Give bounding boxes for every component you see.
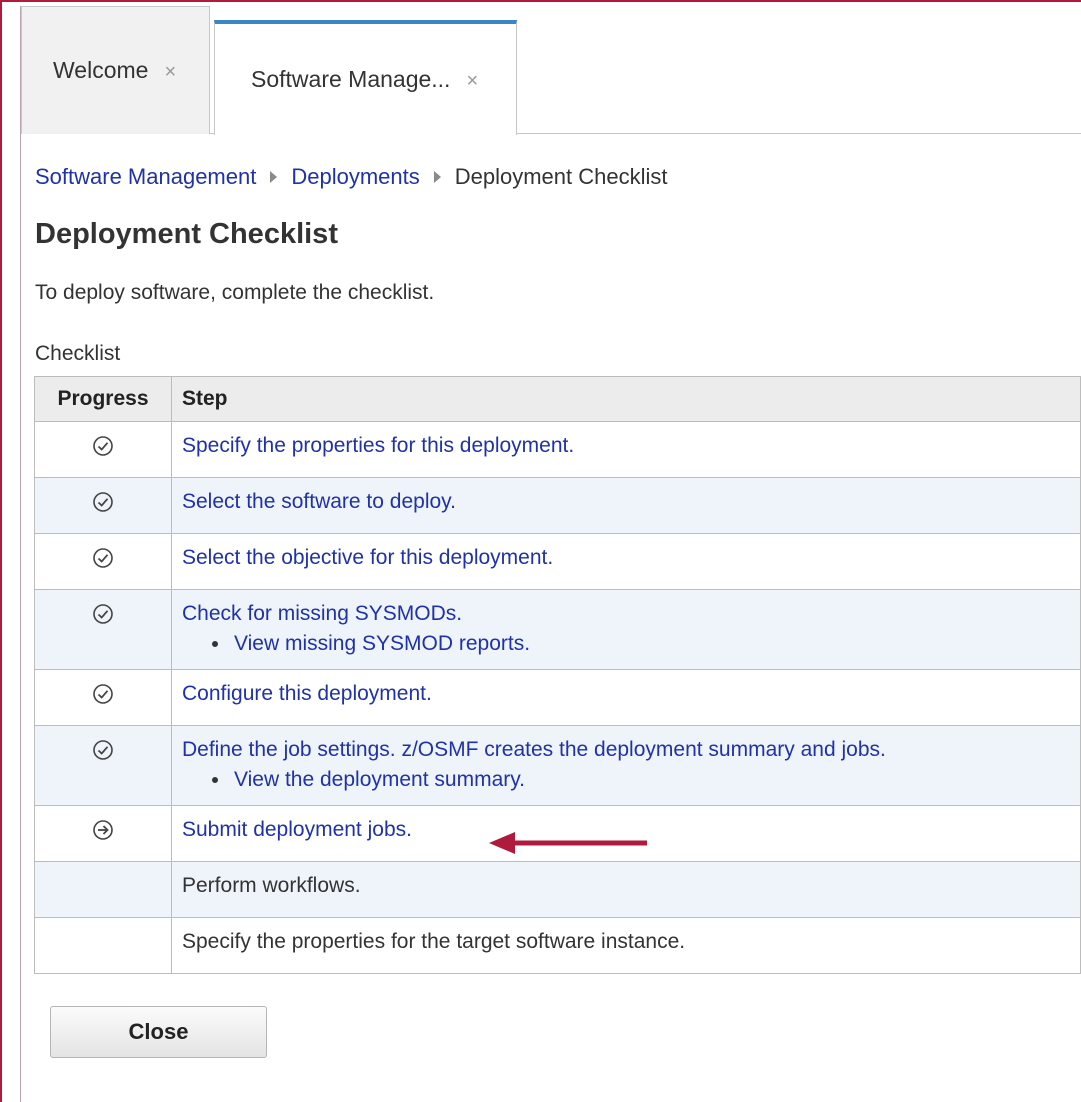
- step-text: Perform workflows.: [182, 874, 361, 897]
- tab-strip: Welcome × Software Manage... ×: [21, 6, 1081, 135]
- step-link[interactable]: Select the objective for this deployment…: [182, 546, 553, 569]
- frame-divider: [20, 6, 21, 1102]
- check-circle-icon: [92, 739, 114, 761]
- breadcrumb-separator-icon: [433, 171, 441, 183]
- step-cell: Specify the properties for the target so…: [171, 917, 1081, 974]
- tab-welcome-close-icon[interactable]: ×: [164, 61, 176, 84]
- tab-software-management[interactable]: Software Manage... ×: [214, 20, 517, 135]
- checklist-body: Specify the properties for this deployme…: [34, 421, 1081, 974]
- checklist-caption: Checklist: [35, 342, 121, 365]
- table-row: Perform workflows.: [34, 861, 1081, 918]
- step-link[interactable]: Select the software to deploy.: [182, 490, 456, 513]
- sub-list-item: View the deployment summary.: [182, 768, 1070, 792]
- progress-column-header[interactable]: Progress: [34, 376, 172, 422]
- step-link[interactable]: Define the job settings. z/OSMF creates …: [182, 738, 886, 761]
- tab-software-management-close-icon[interactable]: ×: [466, 70, 478, 93]
- sub-step-link[interactable]: View missing SYSMOD reports.: [234, 632, 530, 656]
- step-link[interactable]: Check for missing SYSMODs.: [182, 602, 462, 625]
- step-cell: Check for missing SYSMODs. View missing S…: [171, 589, 1081, 670]
- breadcrumb: Software Management Deployments Deployme…: [35, 164, 667, 190]
- page-intro: To deploy software, complete the checkli…: [35, 281, 435, 304]
- step-text: Specify the properties for the target so…: [182, 930, 686, 953]
- check-circle-icon: [92, 435, 114, 457]
- progress-cell: [34, 805, 172, 862]
- tab-software-management-label: Software Manage...: [251, 66, 451, 92]
- step-cell: Select the objective for this deployment…: [171, 533, 1081, 590]
- progress-cell: [34, 669, 172, 726]
- step-cell: Define the job settings. z/OSMF creates …: [171, 725, 1081, 806]
- breadcrumb-software-management[interactable]: Software Management: [35, 164, 256, 190]
- step-link[interactable]: Configure this deployment.: [182, 682, 432, 705]
- progress-cell: [34, 861, 172, 918]
- breadcrumb-current: Deployment Checklist: [454, 164, 668, 189]
- table-row: Select the objective for this deployment…: [34, 533, 1081, 590]
- table-row: Check for missing SYSMODs. View missing S…: [34, 589, 1081, 670]
- close-button[interactable]: Close: [50, 1006, 267, 1058]
- check-circle-icon: [92, 547, 114, 569]
- table-row: Select the software to deploy.: [34, 477, 1081, 534]
- page-title: Deployment Checklist: [35, 218, 338, 250]
- progress-cell: [34, 917, 172, 974]
- step-link[interactable]: Specify the properties for this deployme…: [182, 434, 574, 457]
- step-cell: Specify the properties for this deployme…: [171, 421, 1081, 478]
- arrow-circle-icon: [92, 819, 114, 841]
- progress-cell: [34, 477, 172, 534]
- tab-welcome[interactable]: Welcome ×: [21, 6, 210, 134]
- checklist-header-row: Progress Step: [34, 376, 1081, 422]
- breadcrumb-deployments[interactable]: Deployments: [291, 164, 419, 190]
- table-row: Define the job settings. z/OSMF creates …: [34, 725, 1081, 806]
- table-row: Specify the properties for this deployme…: [34, 421, 1081, 478]
- progress-cell: [34, 725, 172, 806]
- step-cell: Perform workflows.: [171, 861, 1081, 918]
- progress-cell: [34, 533, 172, 590]
- checklist-table: Progress Step Specify the properties for…: [34, 376, 1081, 974]
- bullet-icon: [212, 641, 218, 647]
- sub-list-item: View missing SYSMOD reports.: [182, 632, 1070, 656]
- step-column-header[interactable]: Step: [171, 376, 1081, 422]
- check-circle-icon: [92, 491, 114, 513]
- check-circle-icon: [92, 683, 114, 705]
- table-row: Specify the properties for the target so…: [34, 917, 1081, 974]
- tab-welcome-label: Welcome: [53, 57, 149, 83]
- annotation-arrow: [489, 832, 647, 854]
- step-cell: Configure this deployment.: [171, 669, 1081, 726]
- bullet-icon: [212, 777, 218, 783]
- progress-cell: [34, 421, 172, 478]
- breadcrumb-separator-icon: [270, 171, 278, 183]
- progress-cell: [34, 589, 172, 670]
- table-row: Configure this deployment.: [34, 669, 1081, 726]
- check-circle-icon: [92, 603, 114, 625]
- step-cell: Select the software to deploy.: [171, 477, 1081, 534]
- sub-step-link[interactable]: View the deployment summary.: [234, 768, 525, 792]
- step-link[interactable]: Submit deployment jobs.: [182, 818, 412, 841]
